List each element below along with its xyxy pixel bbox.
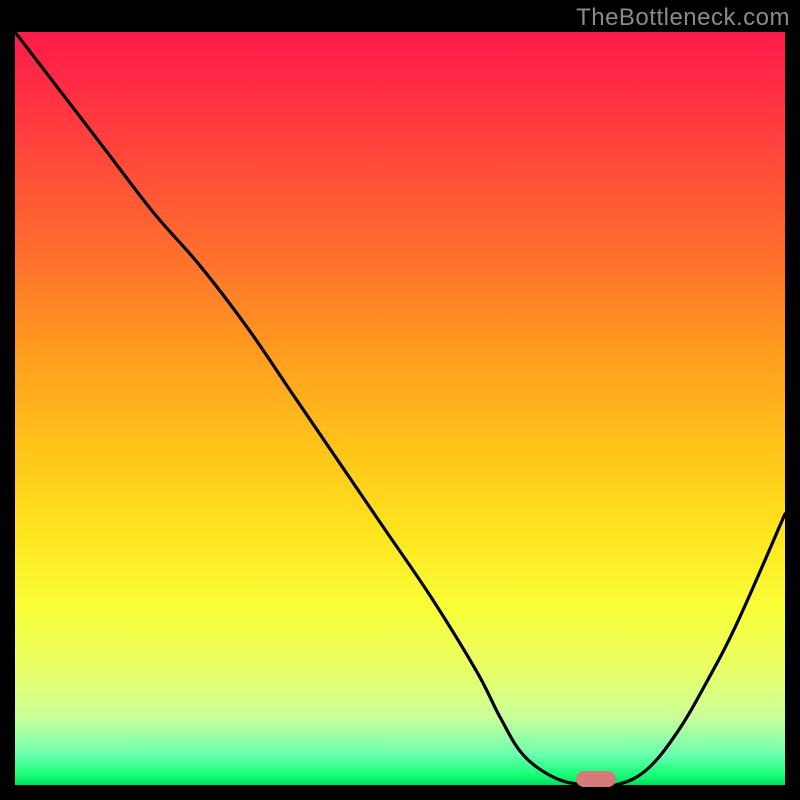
watermark-text: TheBottleneck.com bbox=[576, 4, 790, 32]
bottleneck-curve bbox=[15, 32, 785, 785]
chart-frame: TheBottleneck.com bbox=[0, 0, 800, 800]
optimal-marker bbox=[576, 771, 616, 787]
